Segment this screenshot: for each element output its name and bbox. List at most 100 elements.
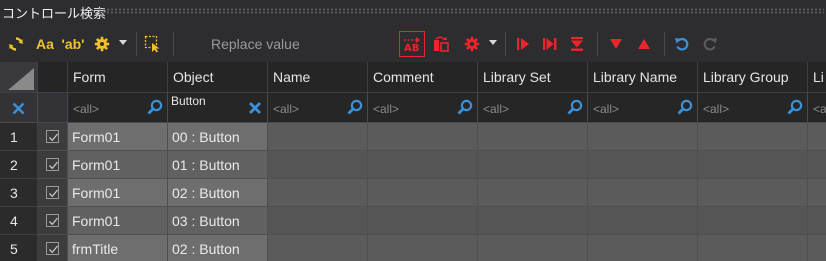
cell-form[interactable]: Form01 — [68, 123, 168, 151]
row-number[interactable]: 3 — [0, 179, 38, 207]
options-dropdown-arrow[interactable] — [119, 40, 127, 45]
filter-library-set-input[interactable]: <all> — [478, 93, 588, 123]
row-number[interactable]: 5 — [0, 235, 38, 261]
cell-library-name[interactable] — [588, 235, 698, 261]
cell-form[interactable]: frmTitle — [68, 235, 168, 261]
replace-value-button[interactable]: Replace value — [211, 36, 300, 52]
search-icon[interactable] — [567, 99, 583, 115]
search-icon[interactable] — [457, 99, 473, 115]
red-options-dropdown-arrow[interactable] — [489, 40, 497, 45]
move-next-button[interactable] — [512, 33, 534, 55]
cell-object[interactable]: 00 : Button — [168, 123, 268, 151]
options-button[interactable] — [91, 33, 113, 55]
cell-object[interactable]: 01 : Button — [168, 151, 268, 179]
filter-name-input[interactable]: <all> — [268, 93, 368, 123]
filter-library-name-input[interactable]: <all> — [588, 93, 698, 123]
cell-library-group[interactable] — [698, 235, 808, 261]
clear-all-filters-button[interactable] — [0, 93, 38, 123]
select-target-button[interactable] — [142, 33, 164, 55]
refresh-button[interactable] — [5, 33, 27, 55]
filter-library-group-input[interactable]: <all> — [698, 93, 808, 123]
row-checkbox[interactable] — [46, 214, 59, 227]
cell-li-cut[interactable] — [808, 123, 826, 151]
cell-comment[interactable] — [368, 123, 478, 151]
cell-library-group[interactable] — [698, 207, 808, 235]
row-checkbox-cell[interactable] — [38, 235, 68, 261]
dock-grip[interactable] — [98, 8, 824, 14]
search-icon[interactable] — [347, 99, 363, 115]
replace-property-button[interactable] — [430, 33, 452, 55]
clear-filter-icon[interactable] — [248, 101, 262, 115]
cell-library-set[interactable] — [478, 207, 588, 235]
cell-name[interactable] — [268, 207, 368, 235]
cell-library-set[interactable] — [478, 123, 588, 151]
cell-name[interactable] — [268, 179, 368, 207]
filter-form-input[interactable]: <all> — [68, 93, 168, 123]
move-last-button[interactable] — [539, 33, 561, 55]
cell-library-name[interactable] — [588, 151, 698, 179]
column-header-library-name[interactable]: Library Name — [588, 62, 698, 93]
column-header-comment[interactable]: Comment — [368, 62, 478, 93]
column-header-li[interactable]: Li — [808, 62, 826, 93]
filter-comment-input[interactable]: <all> — [368, 93, 478, 123]
cell-name[interactable] — [268, 151, 368, 179]
cell-li-cut[interactable] — [808, 207, 826, 235]
cell-form[interactable]: Form01 — [68, 207, 168, 235]
cell-library-set[interactable] — [478, 235, 588, 261]
table-row[interactable]: 5 frmTitle 02 : Button — [0, 235, 826, 261]
move-down-button[interactable] — [605, 33, 627, 55]
cell-library-name[interactable] — [588, 207, 698, 235]
table-row[interactable]: 1 Form01 00 : Button — [0, 123, 826, 151]
cell-library-name[interactable] — [588, 123, 698, 151]
row-number[interactable]: 1 — [0, 123, 38, 151]
cell-comment[interactable] — [368, 151, 478, 179]
cell-object[interactable]: 02 : Button — [168, 179, 268, 207]
row-checkbox-cell[interactable] — [38, 123, 68, 151]
column-header-form[interactable]: Form — [68, 62, 168, 93]
cell-object[interactable]: 02 : Button — [168, 235, 268, 261]
cell-library-set[interactable] — [478, 151, 588, 179]
table-row[interactable]: 4 Form01 03 : Button — [0, 207, 826, 235]
cell-library-group[interactable] — [698, 151, 808, 179]
row-checkbox-cell[interactable] — [38, 207, 68, 235]
red-options-button[interactable] — [461, 33, 483, 55]
table-row[interactable]: 3 Form01 02 : Button — [0, 179, 826, 207]
search-icon[interactable] — [787, 99, 803, 115]
cell-form[interactable]: Form01 — [68, 151, 168, 179]
table-row[interactable]: 2 Form01 01 : Button — [0, 151, 826, 179]
cell-library-group[interactable] — [698, 179, 808, 207]
cell-comment[interactable] — [368, 235, 478, 261]
search-icon[interactable] — [677, 99, 693, 115]
row-checkbox-cell[interactable] — [38, 179, 68, 207]
cell-li-cut[interactable] — [808, 151, 826, 179]
cell-library-name[interactable] — [588, 179, 698, 207]
column-header-library-group[interactable]: Library Group — [698, 62, 808, 93]
cell-li-cut[interactable] — [808, 235, 826, 261]
cell-name[interactable] — [268, 235, 368, 261]
undo-button[interactable] — [671, 33, 693, 55]
row-checkbox[interactable] — [46, 130, 59, 143]
cell-form[interactable]: Form01 — [68, 179, 168, 207]
whole-word-button[interactable]: 'ab' — [60, 33, 86, 55]
column-header-object[interactable]: Object — [168, 62, 268, 93]
replace-ab-button[interactable]: AB — [399, 31, 425, 57]
row-number[interactable]: 2 — [0, 151, 38, 179]
row-number[interactable]: 4 — [0, 207, 38, 235]
match-case-button[interactable]: Aa — [33, 33, 57, 55]
move-up-button[interactable] — [633, 33, 655, 55]
cell-comment[interactable] — [368, 179, 478, 207]
cell-library-group[interactable] — [698, 123, 808, 151]
search-icon[interactable] — [147, 99, 163, 115]
cell-comment[interactable] — [368, 207, 478, 235]
move-bottom-button[interactable] — [566, 33, 588, 55]
cell-object[interactable]: 03 : Button — [168, 207, 268, 235]
row-checkbox[interactable] — [46, 158, 59, 171]
filter-object-input[interactable]: Button — [168, 93, 268, 123]
column-header-name[interactable]: Name — [268, 62, 368, 93]
row-checkbox-cell[interactable] — [38, 151, 68, 179]
cell-library-set[interactable] — [478, 179, 588, 207]
row-checkbox[interactable] — [46, 186, 59, 199]
cell-li-cut[interactable] — [808, 179, 826, 207]
cell-name[interactable] — [268, 123, 368, 151]
redo-button[interactable] — [699, 33, 721, 55]
